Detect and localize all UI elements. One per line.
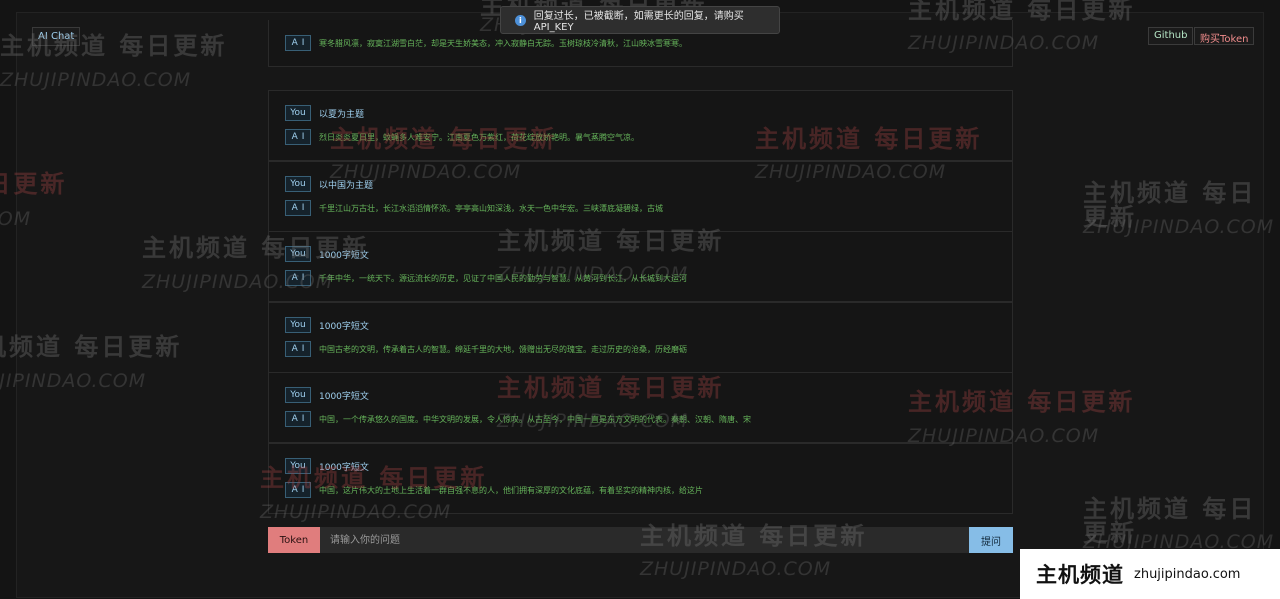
ai-tag: AI (285, 341, 311, 357)
info-icon: i (515, 14, 526, 26)
question-input-bar: Token 提问 (268, 527, 1013, 553)
user-question: 1000字短文 (319, 321, 369, 332)
chat-message: You 1000字短文 AI 中国，这片伟大的土地上生活着一群自强不息的人，他们… (268, 443, 1013, 514)
user-tag: You (285, 387, 311, 403)
user-tag: You (285, 105, 311, 121)
ai-answer: 千年中华，一统天下。源远流长的历史，见证了中国人民的勤劳与智慧。从黄河到长江，从… (319, 273, 687, 283)
ai-tag: AI (285, 482, 311, 498)
user-question: 1000字短文 (319, 462, 369, 473)
buy-token-button[interactable]: 购买Token (1194, 27, 1255, 45)
ai-tag: AI (285, 35, 311, 51)
logo-domain-text: zhujipindao.com (1134, 566, 1241, 582)
chat-history[interactable]: AI 寒冬腊风凛，寂寞江湖雪白茫，却是天生娇美态，冲入寂静白无踪。玉树琼枝冷清秋… (268, 20, 1013, 514)
truncation-toast: i 回复过长，已被截断，如需更长的回复，请购买API_KEY (500, 6, 780, 34)
brand-logo[interactable]: AI Chat (32, 27, 81, 46)
ask-button[interactable]: 提问 (969, 527, 1013, 553)
token-button[interactable]: Token (268, 527, 320, 553)
app-page: AI Chat Github 购买Token i 回复过长，已被截断，如需更长的… (0, 0, 1280, 599)
user-tag: You (285, 458, 311, 474)
logo-cn-text: 主机频道 (1036, 563, 1124, 587)
chat-message: You 1000字短文 AI 千年中华，一统天下。源远流长的历史，见证了中国人民… (268, 231, 1013, 302)
chat-message: You 以中国为主题 AI 千里江山万古壮，长江水滔滔情怀浓。亭亭高山知深浅，水… (268, 161, 1013, 232)
ai-answer: 中国古老的文明，传承着古人的智慧。绵延千里的大地，馈赠出无尽的瑰宝。走过历史的沧… (319, 344, 687, 354)
ai-tag: AI (285, 270, 311, 286)
site-logo: 主机频道 zhujipindao.com (1020, 549, 1280, 599)
user-tag: You (285, 246, 311, 262)
ai-tag: AI (285, 411, 311, 427)
user-question: 以中国为主题 (319, 180, 374, 191)
github-button[interactable]: Github (1148, 27, 1194, 45)
chat-message: You 1000字短文 AI 中国，一个传承悠久的国度。中华文明的发展，令人惊叹… (268, 372, 1013, 443)
ai-answer: 烈日炎炎夏日里，蚊蝇多人难安宁。江南夏色万紫红，荷花绽放娇艳明。暑气蒸腾空气凉。 (319, 132, 639, 142)
user-question: 以夏为主题 (319, 109, 365, 120)
user-question: 1000字短文 (319, 391, 369, 402)
chat-message: You 以夏为主题 AI 烈日炎炎夏日里，蚊蝇多人难安宁。江南夏色万紫红，荷花绽… (268, 90, 1013, 161)
ai-tag: AI (285, 200, 311, 216)
toast-message: 回复过长，已被截断，如需更长的回复，请购买API_KEY (533, 11, 744, 33)
ai-answer: 千里江山万古壮，长江水滔滔情怀浓。亭亭高山知深浅，水天一色中华宏。三峡潭底凝碧绿… (319, 203, 663, 213)
chat-message: You 1000字短文 AI 中国古老的文明，传承着古人的智慧。绵延千里的大地，… (268, 302, 1013, 373)
ai-answer: 寒冬腊风凛，寂寞江湖雪白茫，却是天生娇美态，冲入寂静白无踪。玉树琼枝冷清秋，江山… (319, 38, 687, 48)
user-question: 1000字短文 (319, 250, 369, 261)
question-input[interactable] (320, 527, 969, 553)
ai-tag: AI (285, 129, 311, 145)
ai-answer: 中国，一个传承悠久的国度。中华文明的发展，令人惊叹。从古至今，中国一直是东方文明… (319, 414, 751, 424)
user-tag: You (285, 176, 311, 192)
user-tag: You (285, 317, 311, 333)
ai-answer: 中国，这片伟大的土地上生活着一群自强不息的人，他们拥有深厚的文化底蕴，有着坚实的… (319, 485, 703, 495)
